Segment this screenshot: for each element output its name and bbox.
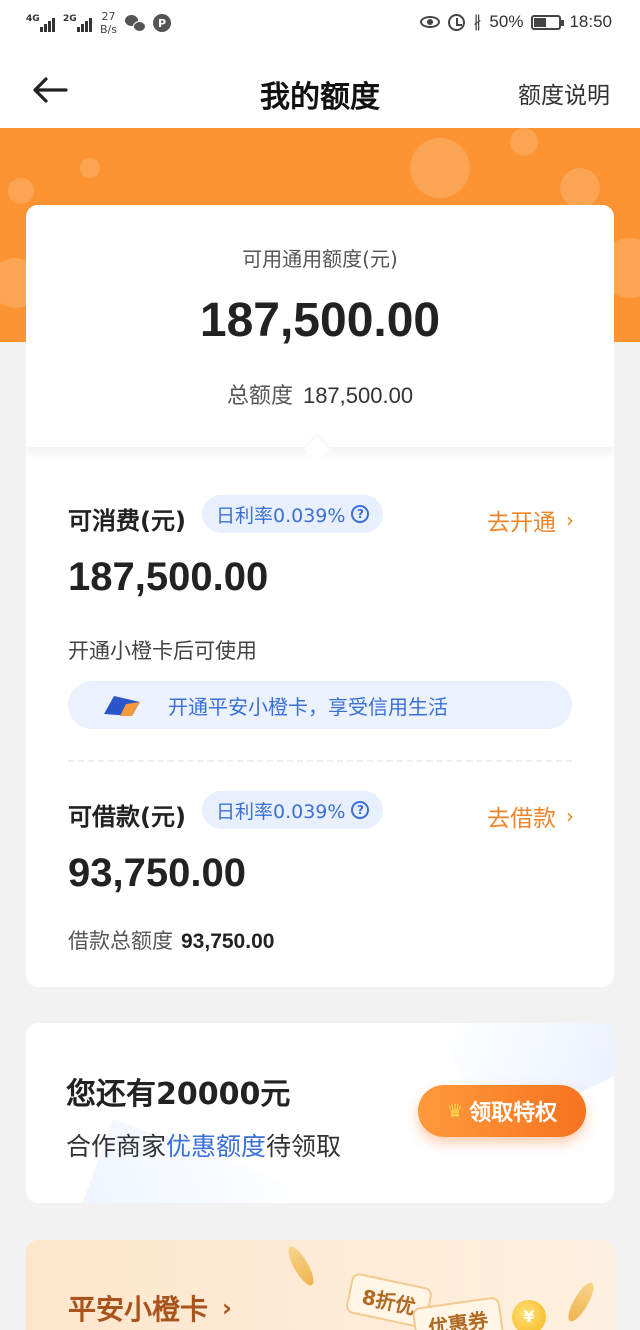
network-type-1: 4G bbox=[26, 14, 40, 24]
clock: 18:50 bbox=[569, 12, 612, 31]
section-divider bbox=[68, 760, 572, 762]
crown-icon: ♛ bbox=[446, 1100, 464, 1122]
orange-card-title: 平安小橙卡 › bbox=[68, 1288, 232, 1328]
quota-card: 可用通用额度(元) 187,500.00 总额度 187,500.00 可消费(元… bbox=[26, 205, 614, 987]
available-quota-label: 可用通用额度(元) bbox=[242, 247, 398, 271]
borrow-link-label: 去借款 bbox=[487, 806, 556, 832]
p-badge-icon: P bbox=[152, 14, 171, 32]
feather-decoration bbox=[283, 1243, 319, 1289]
promo-headline: 您还有20000元 bbox=[66, 1077, 291, 1112]
consume-amount: 187,500.00 bbox=[68, 555, 269, 599]
chevron-right-icon: › bbox=[566, 508, 574, 532]
promo-sub-suffix: 待领取 bbox=[266, 1132, 342, 1161]
loan-total-label: 借款总额度 bbox=[68, 929, 173, 953]
consume-rate-text: 日利率0.039% bbox=[216, 504, 346, 527]
promo-subtitle: 合作商家优惠额度待领取 bbox=[66, 1127, 341, 1163]
promo-sub-prefix: 合作商家 bbox=[66, 1132, 167, 1161]
battery-level bbox=[534, 17, 547, 27]
status-left: 4G 2G 27 B/s P bbox=[26, 10, 171, 36]
coin-icon: ¥ bbox=[512, 1300, 546, 1330]
loan-total-value: 93,750.00 bbox=[181, 930, 275, 953]
loan-title: 可借款(元) bbox=[68, 803, 186, 831]
battery-percent: 50% bbox=[489, 12, 524, 31]
alarm-icon bbox=[448, 13, 466, 31]
orange-card-entry[interactable]: 平安小橙卡 › 8折优 优惠券 ¥ bbox=[26, 1240, 614, 1330]
loan-total: 借款总额度 93,750.00 bbox=[68, 925, 274, 955]
total-quota: 总额度 187,500.00 bbox=[26, 378, 614, 410]
claim-privilege-button[interactable]: ♛ 领取特权 bbox=[418, 1085, 586, 1137]
speed-unit: B/s bbox=[100, 23, 117, 36]
open-card-banner[interactable]: 开通平安小橙卡，享受信用生活 bbox=[68, 681, 572, 729]
chevron-right-icon: › bbox=[566, 804, 574, 828]
activate-link[interactable]: 去开通 › bbox=[487, 503, 574, 537]
promo-sub-highlight: 优惠额度 bbox=[166, 1132, 267, 1161]
speed-value: 27 bbox=[101, 10, 116, 23]
borrow-link[interactable]: 去借款 › bbox=[487, 799, 574, 833]
signal-icon-1: 4G bbox=[26, 14, 55, 32]
question-circle-icon: ? bbox=[351, 505, 370, 523]
question-circle-icon: ? bbox=[351, 801, 370, 819]
claim-privilege-label: 领取特权 bbox=[469, 1101, 558, 1126]
available-quota-value: 187,500.00 bbox=[199, 294, 441, 347]
wechat-icon bbox=[124, 15, 146, 32]
activate-link-label: 去开通 bbox=[487, 510, 556, 536]
consume-rate-badge[interactable]: 日利率0.039% ? bbox=[202, 495, 384, 533]
consume-title: 可消费(元) bbox=[68, 507, 186, 535]
chevron-right-icon: › bbox=[222, 1294, 232, 1322]
loan-rate-badge[interactable]: 日利率0.039% ? bbox=[202, 791, 384, 829]
feather-decoration bbox=[563, 1279, 599, 1325]
signal-icon-2: 2G bbox=[63, 14, 92, 32]
quota-explain-link[interactable]: 额度说明 bbox=[518, 76, 610, 110]
quota-summary: 可用通用额度(元) 187,500.00 总额度 187,500.00 bbox=[26, 205, 614, 447]
loan-rate-text: 日利率0.039% bbox=[216, 800, 346, 823]
eye-icon bbox=[420, 16, 441, 28]
bluetooth-icon: ∦ bbox=[473, 14, 482, 31]
open-card-banner-text: 开通平安小橙卡，享受信用生活 bbox=[168, 694, 448, 719]
status-bar: 4G 2G 27 B/s P ∦ 50% 18:50 bbox=[0, 0, 640, 52]
total-quota-value: 187,500.00 bbox=[302, 383, 414, 408]
loan-amount: 93,750.00 bbox=[68, 851, 246, 895]
credit-card-icon bbox=[100, 692, 146, 718]
merchant-promo-card[interactable]: 您还有20000元 合作商家优惠额度待领取 ♛ 领取特权 bbox=[26, 1023, 614, 1203]
network-speed: 27 B/s bbox=[100, 10, 117, 36]
battery-icon bbox=[531, 14, 565, 30]
total-quota-label: 总额度 bbox=[226, 384, 293, 409]
network-type-2: 2G bbox=[63, 14, 77, 24]
orange-card-title-text: 平安小橙卡 bbox=[68, 1293, 209, 1326]
nav-bar: 我的额度 额度说明 bbox=[0, 52, 640, 128]
consume-hint: 开通小橙卡后可使用 bbox=[68, 639, 257, 663]
status-right: ∦ 50% 18:50 bbox=[420, 12, 612, 32]
